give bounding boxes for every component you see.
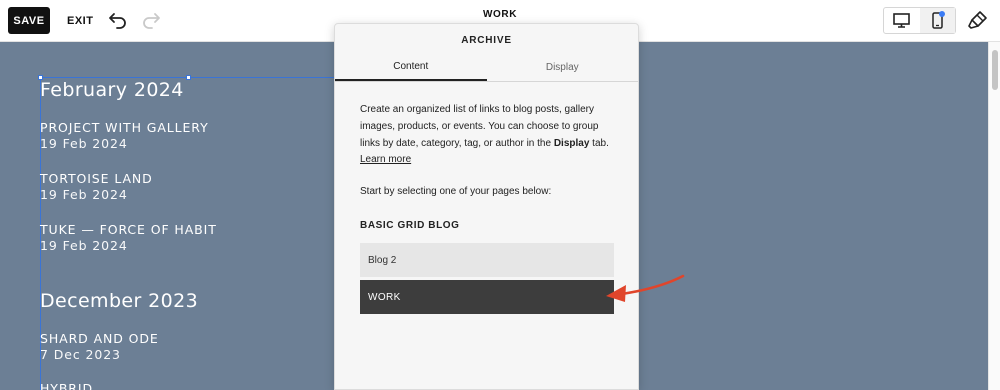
undo-icon[interactable] xyxy=(108,10,128,30)
description-bold-display: Display xyxy=(553,137,590,149)
desktop-icon xyxy=(893,13,911,28)
panel-description: Create an organized list of links to blo… xyxy=(360,102,618,169)
annotation-arrow-icon xyxy=(606,274,685,302)
description-text-end: tab. xyxy=(589,137,609,149)
redo-icon[interactable] xyxy=(141,10,161,30)
list-item[interactable]: PROJECT WITH GALLERY 19 Feb 2024 xyxy=(40,120,209,152)
post-title: HYBRID xyxy=(40,381,94,390)
archive-settings-panel: ARCHIVE Content Display Create an organi… xyxy=(334,23,639,390)
archive-month-heading: February 2024 xyxy=(40,79,184,101)
desktop-view-button[interactable] xyxy=(884,8,920,33)
learn-more-link[interactable]: Learn more xyxy=(360,154,411,165)
post-title: TORTOISE LAND xyxy=(40,171,153,186)
view-toggle xyxy=(883,7,956,34)
list-item[interactable]: TUKE — FORCE OF HABIT 19 Feb 2024 xyxy=(40,222,217,254)
list-item[interactable]: HYBRID xyxy=(40,381,93,390)
resize-handle-top[interactable] xyxy=(186,75,191,80)
mobile-view-button[interactable] xyxy=(919,8,955,33)
post-title: TUKE — FORCE OF HABIT xyxy=(40,222,217,237)
canvas-scrollbar[interactable] xyxy=(988,42,1000,390)
blog-section-label: BASIC GRID BLOG xyxy=(360,220,460,231)
post-title: SHARD AND ODE xyxy=(40,331,159,346)
exit-button[interactable]: EXIT xyxy=(62,7,98,34)
post-date: 19 Feb 2024 xyxy=(40,187,128,202)
list-item[interactable]: TORTOISE LAND 19 Feb 2024 xyxy=(40,171,153,203)
post-title: PROJECT WITH GALLERY xyxy=(40,120,209,135)
start-instruction: Start by selecting one of your pages bel… xyxy=(360,186,552,197)
page-title: WORK xyxy=(482,9,518,20)
post-date: 19 Feb 2024 xyxy=(40,136,128,151)
post-date: 7 Dec 2023 xyxy=(40,347,121,362)
paintbrush-icon[interactable] xyxy=(967,9,989,31)
list-item[interactable]: SHARD AND ODE 7 Dec 2023 xyxy=(40,331,159,363)
panel-title: ARCHIVE xyxy=(461,35,512,46)
scrollbar-thumb[interactable] xyxy=(992,50,998,90)
tab-content[interactable]: Content xyxy=(335,54,487,81)
tab-display[interactable]: Display xyxy=(487,54,639,81)
post-date: 19 Feb 2024 xyxy=(40,238,128,253)
notification-dot xyxy=(939,11,945,17)
archive-month-heading: December 2023 xyxy=(40,290,199,312)
save-button[interactable]: SAVE xyxy=(8,7,50,34)
page-option-work[interactable]: WORK xyxy=(360,280,614,314)
panel-tabs: Content Display xyxy=(335,54,638,82)
page-option-blog-2[interactable]: Blog 2 xyxy=(360,243,614,277)
